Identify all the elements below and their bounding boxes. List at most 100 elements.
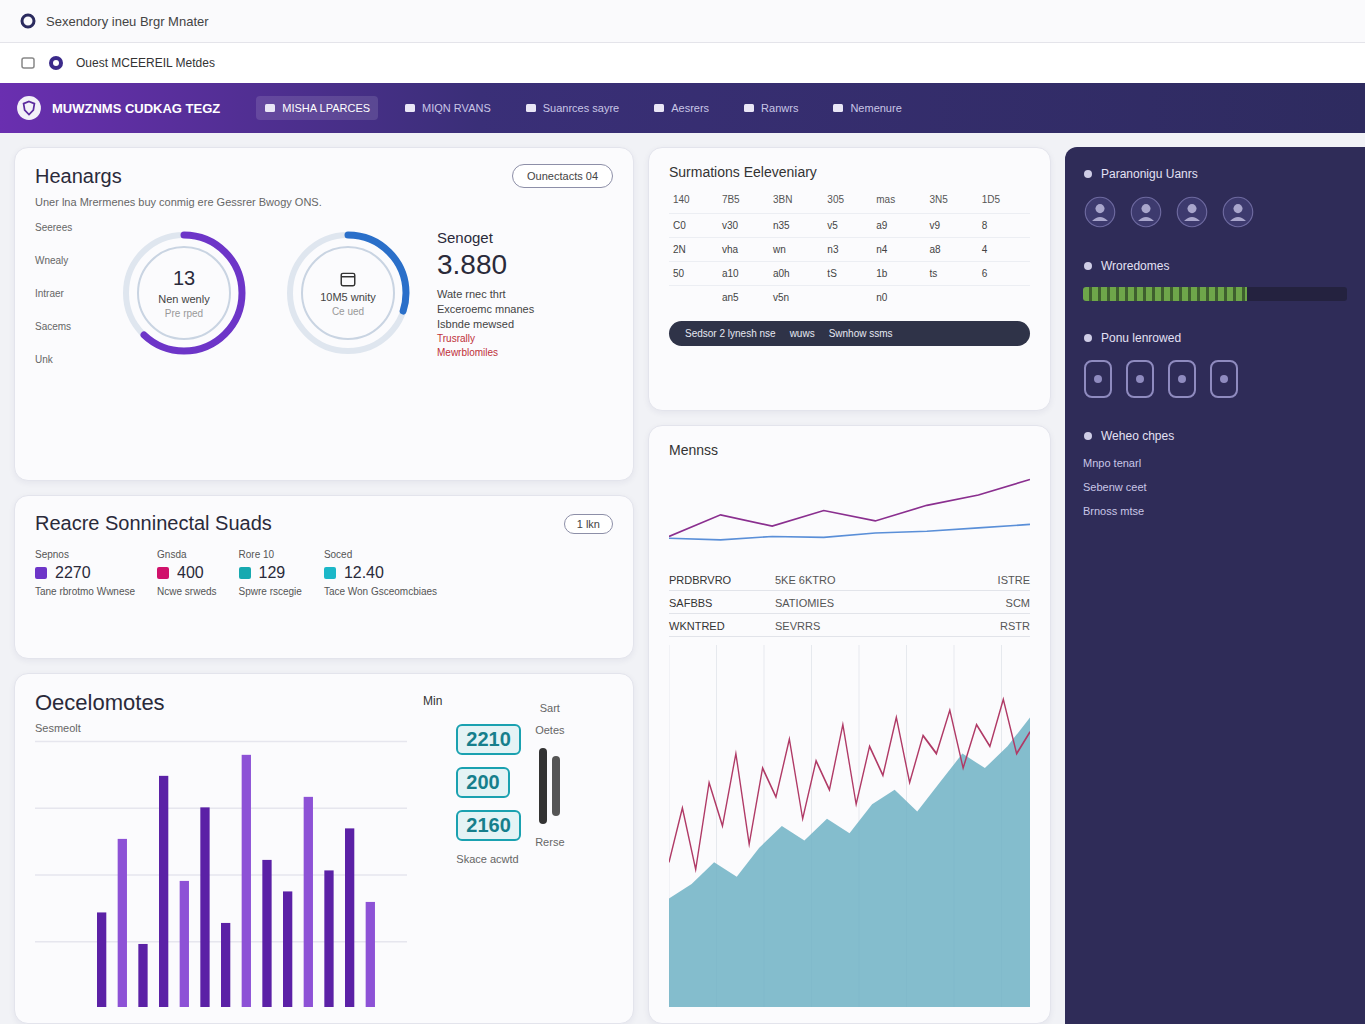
sidebar-section-header: Paranonigu Uanrs (1083, 167, 1347, 181)
sidebar-list: Mnpo tenarl Sebenw ceet Brnoss mtse (1083, 457, 1347, 517)
table-cell: vha (718, 238, 769, 262)
person-icon[interactable] (1175, 195, 1209, 229)
legend-row: 400 (157, 564, 216, 582)
device-icon[interactable] (1167, 359, 1197, 399)
sidebar-tile-row (1083, 359, 1347, 399)
table-row[interactable]: C0v30n35v5a9v98 (669, 214, 1030, 238)
table-cell: a10 (718, 262, 769, 286)
table-cell (823, 286, 872, 310)
bar[interactable] (118, 839, 127, 1007)
section-icon (1083, 333, 1093, 343)
table-cell: 1b (872, 262, 925, 286)
trend-row-extra: RSTR (1000, 620, 1030, 632)
sidebar-section: Paranonigu Uanrs (1083, 167, 1347, 229)
ring-gauge: 13 Nen wenly Pre rped (109, 218, 259, 368)
bar[interactable] (345, 828, 354, 1007)
table-cell: 4 (978, 238, 1030, 262)
bar[interactable] (324, 870, 333, 1007)
side-foot: Rerse (535, 836, 564, 848)
table-footer-pill[interactable]: Sedsor 2 lynesh nsewuwsSwnhow ssms (669, 321, 1030, 346)
bar[interactable] (138, 944, 147, 1007)
table-cell: an5 (718, 286, 769, 310)
legend-item: Soced 12.40 Tace Won Gsceomcbiaes (324, 549, 437, 597)
bar[interactable] (366, 902, 375, 1007)
table-cell: a0h (769, 262, 823, 286)
legend-button[interactable]: 1 lkn (564, 514, 613, 534)
nav-item[interactable]: Aesrers (645, 96, 717, 120)
stat-block: Senoget 3.880 Wate rnec thrtExceroemc mn… (437, 229, 534, 358)
bar[interactable] (200, 807, 209, 1007)
person-icon[interactable] (1221, 195, 1255, 229)
table-cell: 8 (978, 214, 1030, 238)
nav-item[interactable]: MIQN RVANS (396, 96, 499, 120)
person-icon[interactable] (1129, 195, 1163, 229)
nav-item-icon (404, 102, 416, 114)
table-cell: v5n (769, 286, 823, 310)
legend-swatch (35, 567, 47, 579)
nav-item-icon (525, 102, 537, 114)
sidebar: Paranonigu Uanrs Wroredomes Ponu lenrowe… (1065, 147, 1365, 1024)
nav-bar: MUWZNMS CUDKAG TEGZ MISHA LPARCES MIQN R… (0, 83, 1365, 133)
nav-item[interactable]: Nemenure (824, 96, 909, 120)
legend-swatch (324, 567, 336, 579)
page-icon[interactable] (20, 55, 36, 71)
sidebar-list-item[interactable]: Sebenw ceet (1083, 481, 1347, 493)
trend-row: SAFBBS SATIOMIES SCM (669, 597, 1030, 614)
table-row[interactable]: an5v5n n0 (669, 286, 1030, 310)
bar[interactable] (283, 891, 292, 1007)
account-icon[interactable] (48, 55, 64, 71)
side-column: SartOetes Rerse (535, 694, 565, 1007)
spark-series (669, 699, 1030, 869)
side-label: Oetes (535, 724, 564, 736)
overview-body: SeereesWnealyIntraerSacemsUnk 13 Nen wen… (35, 218, 613, 368)
stat-line: Exceroemc mnanes (437, 303, 534, 315)
sidebar-list-item[interactable]: Brnoss mtse (1083, 505, 1347, 517)
overview-card: Heanargs Ounectacts 04 Uner lna Mrermene… (14, 147, 634, 481)
device-icon[interactable] (1083, 359, 1113, 399)
table-cell: 6 (978, 262, 1030, 286)
stat-value: 3.880 (437, 249, 534, 281)
table-cell: v30 (718, 214, 769, 238)
bar[interactable] (262, 860, 271, 1007)
nav-item[interactable]: MISHA LPARCES (256, 96, 378, 120)
person-icon[interactable] (1083, 195, 1117, 229)
device-icon[interactable] (1209, 359, 1239, 399)
sidebar-list-item[interactable]: Mnpo tenarl (1083, 457, 1347, 469)
table-cell: a9 (872, 214, 925, 238)
nav-item[interactable]: Suanrces sayre (517, 96, 627, 120)
overview-button[interactable]: Ounectacts 04 (512, 164, 613, 188)
bar[interactable] (180, 881, 189, 1007)
sidebar-section: Ponu lenrowed (1083, 331, 1347, 399)
table-cell: wn (769, 238, 823, 262)
bar[interactable] (159, 776, 168, 1007)
ring-sub: Ce ued (332, 306, 364, 317)
table-cell: tS (823, 262, 872, 286)
bar[interactable] (304, 797, 313, 1007)
brand[interactable]: MUWZNMS CUDKAG TEGZ (16, 95, 238, 121)
table-cell (978, 286, 1030, 310)
page-subtitle: Ouest MCEEREIL Metdes (76, 56, 215, 70)
nav-item[interactable]: Ranwrs (735, 96, 806, 120)
table-row[interactable]: 2Nvhawnn3n4a84 (669, 238, 1030, 262)
legend-card: Reacre Sonninectal Suads 1 lkn Sepnos 22… (14, 495, 634, 659)
area-chart (669, 645, 1030, 1007)
table-cell: n0 (872, 286, 925, 310)
bar[interactable] (97, 912, 106, 1007)
nav-item-icon (832, 102, 844, 114)
sidebar-section-title: Ponu lenrowed (1101, 331, 1181, 345)
sidebar-section-title: Wroredomes (1101, 259, 1169, 273)
legend-note: Spwre rscegie (239, 586, 302, 597)
sidebar-section: Wroredomes (1083, 259, 1347, 301)
bar[interactable] (221, 923, 230, 1007)
bar[interactable] (242, 755, 251, 1007)
bar-chart-note: Skace acwtd (456, 853, 518, 865)
device-icon[interactable] (1125, 359, 1155, 399)
table-column: 3N5 (926, 190, 978, 214)
table-row[interactable]: 50a10a0htS1bts6 (669, 262, 1030, 286)
legend-value: 2270 (55, 564, 91, 582)
app-logo-icon (20, 13, 36, 29)
nav-item-icon (743, 102, 755, 114)
stat-alert: Mewrblomiles (437, 347, 534, 358)
overview-row-label: Wnealy (35, 255, 95, 266)
slider-pill-icon (535, 746, 565, 826)
